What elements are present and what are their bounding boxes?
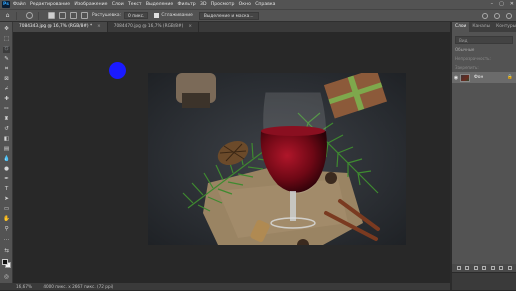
menu-select[interactable]: Выделение bbox=[146, 2, 173, 7]
canvas-area[interactable] bbox=[13, 32, 450, 283]
document-tabs: 7084343.jpg @ 16,7% (RGB/8#) * × 7084470.… bbox=[13, 22, 450, 32]
new-group-icon[interactable] bbox=[490, 266, 495, 270]
quick-mask-icon[interactable]: ◎ bbox=[3, 274, 10, 281]
eraser-icon[interactable]: ◧ bbox=[3, 136, 10, 143]
feather-label: Растушевка: bbox=[92, 13, 122, 18]
layer-row-background[interactable]: ◉ Фон 🔒 bbox=[452, 72, 516, 83]
tools-panel: ✥ ⬚ ➰ ✎ ⌗ ⊠ ⌿ ✚ ✏ ♜ ↺ ◧ ▤ 💧 ● ✒ T ➤ ▭ ✋ … bbox=[0, 22, 13, 290]
menu-help[interactable]: Справка bbox=[255, 2, 275, 7]
gradient-icon[interactable]: ▤ bbox=[3, 146, 10, 153]
menu-bar: Ps Файл Редактирование Изображение Слои … bbox=[0, 0, 516, 9]
close-tab-icon[interactable]: × bbox=[97, 24, 101, 29]
cursor-highlight bbox=[109, 62, 126, 79]
close-tab-icon[interactable]: × bbox=[188, 24, 192, 29]
antialias-checkbox[interactable] bbox=[154, 13, 160, 18]
adjustment-icon[interactable] bbox=[482, 266, 486, 270]
blend-mode-select[interactable]: Обычные bbox=[452, 44, 516, 53]
layer-thumbnail bbox=[460, 73, 470, 82]
healing-icon[interactable]: ✚ bbox=[3, 96, 10, 103]
eye-icon[interactable]: ◉ bbox=[452, 75, 460, 81]
blur-icon[interactable]: 💧 bbox=[3, 156, 10, 163]
pen-icon[interactable]: ✒ bbox=[3, 176, 10, 183]
new-selection-icon[interactable] bbox=[48, 12, 55, 19]
new-layer-icon[interactable] bbox=[499, 266, 503, 270]
link-icon[interactable] bbox=[456, 266, 461, 270]
menu-layers[interactable]: Слои bbox=[112, 2, 124, 7]
menu-filter[interactable]: Фильтр bbox=[178, 2, 196, 7]
more-tools-icon[interactable]: … bbox=[3, 236, 10, 243]
wine-photo bbox=[148, 73, 406, 245]
swap-colors-icon[interactable]: ⇆ bbox=[3, 248, 10, 255]
zoom-icon[interactable]: ⚲ bbox=[3, 226, 10, 233]
menu-3d[interactable]: 3D bbox=[200, 2, 206, 7]
layer-name[interactable]: Фон bbox=[474, 75, 483, 80]
subtract-selection-icon[interactable] bbox=[70, 12, 77, 19]
divider bbox=[16, 11, 17, 20]
options-bar: ⌂ Растушевка: 0 пикс. Сглаживание Выделе… bbox=[0, 9, 516, 22]
tab-layers[interactable]: Слои bbox=[452, 22, 470, 32]
history-brush-icon[interactable]: ↺ bbox=[3, 126, 10, 133]
select-and-mask-button[interactable]: Выделение и маска... bbox=[198, 11, 259, 20]
menu-image[interactable]: Изображение bbox=[74, 2, 107, 7]
tab-label: 7084343.jpg @ 16,7% (RGB/8#) * bbox=[19, 24, 93, 29]
zoom-level[interactable]: 16,67% bbox=[16, 284, 32, 289]
frame-icon[interactable]: ⊠ bbox=[3, 76, 10, 83]
lock-label: Закрепить: bbox=[455, 65, 479, 70]
search-icon[interactable] bbox=[482, 13, 488, 19]
tab-document-1[interactable]: 7084343.jpg @ 16,7% (RGB/8#) * × bbox=[13, 22, 108, 32]
move-icon[interactable]: ✥ bbox=[3, 26, 10, 33]
photoshop-logo: Ps bbox=[2, 1, 10, 8]
maximize-button[interactable]: ▢ bbox=[499, 0, 504, 9]
menu-type[interactable]: Текст bbox=[128, 2, 142, 7]
menu-view[interactable]: Просмотр bbox=[211, 2, 235, 7]
add-selection-icon[interactable] bbox=[59, 12, 66, 19]
layer-filter-input[interactable]: Вид bbox=[455, 36, 513, 44]
minimize-button[interactable]: – bbox=[491, 0, 494, 9]
document-size: 4000 пикс. x 2667 пикс. (72 ppi) bbox=[43, 284, 114, 289]
divider bbox=[38, 11, 39, 20]
shape-icon[interactable]: ▭ bbox=[3, 206, 10, 213]
quick-select-icon[interactable]: ✎ bbox=[3, 56, 10, 63]
workspace-icon[interactable] bbox=[494, 13, 500, 19]
hand-icon[interactable]: ✋ bbox=[3, 216, 10, 223]
trash-icon[interactable] bbox=[507, 266, 512, 270]
layers-footer bbox=[452, 264, 516, 272]
marquee-icon[interactable]: ⬚ bbox=[3, 36, 10, 43]
opacity-label: Непрозрачность: bbox=[455, 56, 491, 61]
intersect-selection-icon[interactable] bbox=[81, 12, 88, 19]
status-bar: 16,67% 4000 пикс. x 2667 пикс. (72 ppi) bbox=[0, 283, 450, 290]
path-select-icon[interactable]: ➤ bbox=[3, 196, 10, 203]
document-image[interactable] bbox=[148, 73, 406, 245]
dodge-icon[interactable]: ● bbox=[3, 166, 10, 173]
type-icon[interactable]: T bbox=[3, 186, 10, 193]
lock-icon[interactable]: 🔒 bbox=[507, 75, 513, 80]
tab-label: 7084470.jpg @ 16,7% (RGB/8#) bbox=[113, 24, 184, 29]
feather-input[interactable]: 0 пикс. bbox=[124, 12, 149, 19]
tab-channels[interactable]: Каналы bbox=[469, 22, 493, 32]
antialias-label: Сглаживание bbox=[161, 13, 193, 18]
layers-panel: Слои Каналы Контуры Вид Обычные Непрозра… bbox=[452, 22, 516, 290]
foreground-color[interactable] bbox=[2, 259, 8, 265]
fx-icon[interactable] bbox=[465, 266, 469, 270]
tab-document-2[interactable]: 7084470.jpg @ 16,7% (RGB/8#) × bbox=[108, 22, 199, 32]
menu-edit[interactable]: Редактирование bbox=[30, 2, 70, 7]
menu-window[interactable]: Окно bbox=[239, 2, 251, 7]
tab-paths[interactable]: Контуры bbox=[493, 22, 516, 32]
crop-icon[interactable]: ⌗ bbox=[3, 66, 10, 73]
menu-file[interactable]: Файл bbox=[13, 2, 26, 7]
lasso-tool-icon[interactable] bbox=[26, 12, 33, 19]
mask-icon[interactable] bbox=[473, 266, 478, 270]
panel-dock bbox=[452, 272, 516, 290]
lasso-icon[interactable]: ➰ bbox=[3, 46, 10, 53]
close-window-button[interactable]: ✕ bbox=[510, 0, 514, 9]
home-icon[interactable]: ⌂ bbox=[4, 12, 11, 19]
brush-icon[interactable]: ✏ bbox=[3, 106, 10, 113]
share-icon[interactable] bbox=[506, 13, 512, 19]
eyedropper-icon[interactable]: ⌿ bbox=[3, 86, 10, 93]
stamp-icon[interactable]: ♜ bbox=[3, 116, 10, 123]
